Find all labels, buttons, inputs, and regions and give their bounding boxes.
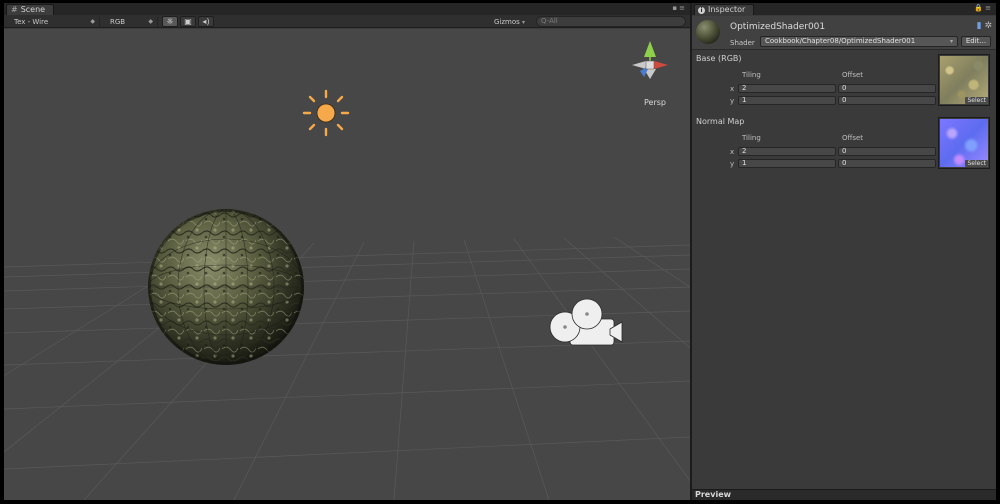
preview-label: Preview: [695, 490, 732, 499]
axis-y-label: y: [730, 97, 735, 105]
scene-lighting-toggle[interactable]: ☼: [162, 16, 178, 27]
shader-value: Cookbook/Chapter08/OptimizedShader001: [765, 37, 916, 45]
offset-x-field[interactable]: 0: [838, 147, 936, 156]
help-book-icon[interactable]: ▮: [977, 21, 982, 31]
tiling-label: Tiling: [742, 71, 761, 79]
scene-canvas: [4, 41, 690, 500]
tiling-label: Tiling: [742, 134, 761, 142]
info-icon: i: [698, 6, 705, 14]
offset-label: Offset: [842, 71, 864, 79]
axis-y-label: y: [730, 160, 735, 168]
preview-header[interactable]: Preview: [692, 489, 996, 500]
sun-icon[interactable]: [302, 89, 350, 137]
chevron-down-icon: ◆: [90, 18, 95, 25]
property-normal-map: Normal Map Tiling Offset x y 2 1 0 0 Sel…: [692, 117, 996, 177]
select-texture-button[interactable]: Select: [965, 160, 988, 167]
material-name: OptimizedShader001: [730, 22, 826, 32]
scene-toolbar: Tex - Wire ◆ RGB ◆ ☼ ▣ ◂) Gizmos ▾ Q-All: [4, 15, 690, 28]
shader-dropdown[interactable]: Cookbook/Chapter08/OptimizedShader001 ▾: [760, 36, 958, 47]
search-placeholder: Q-All: [541, 17, 558, 25]
tab-inspector-label: Inspector: [708, 5, 746, 14]
tiling-x-field[interactable]: 2: [738, 147, 836, 156]
tab-scene[interactable]: # Scene: [6, 4, 55, 15]
property-label: Normal Map: [696, 117, 745, 126]
material-preview-thumbnail: [696, 20, 720, 44]
window-menu-icon[interactable]: ▪≡: [672, 4, 687, 12]
header-icons: ▮ ✲: [977, 21, 992, 31]
sun-lighting-icon: ☼: [166, 17, 174, 26]
offset-y-field[interactable]: 0: [838, 96, 936, 105]
image-icon: ▣: [184, 17, 192, 26]
normal-texture-slot[interactable]: Select: [938, 117, 990, 169]
scene-audio-toggle[interactable]: ◂): [198, 16, 214, 27]
orientation-gizmo[interactable]: [632, 41, 668, 79]
edit-shader-button[interactable]: Edit...: [961, 36, 991, 47]
tab-inspector[interactable]: i Inspector: [694, 4, 755, 15]
tab-scene-label: Scene: [20, 5, 46, 14]
tiling-y-field[interactable]: 1: [738, 159, 836, 168]
offset-y-field[interactable]: 0: [838, 159, 936, 168]
textured-sphere[interactable]: [144, 205, 314, 375]
base-texture-slot[interactable]: Select: [938, 54, 990, 106]
scene-tabbar: # Scene ▪≡: [4, 3, 690, 15]
axis-x-label: x: [730, 148, 735, 156]
audio-icon: ◂): [202, 17, 210, 26]
draw-mode-dropdown[interactable]: Tex - Wire ◆: [8, 17, 100, 27]
inspector-tabbar: i Inspector 🔒≡: [692, 3, 996, 15]
gizmos-label: Gizmos: [494, 18, 520, 26]
scene-viewport[interactable]: Persp: [4, 29, 690, 500]
ground-grid: [4, 236, 690, 500]
shader-label: Shader: [730, 39, 755, 47]
select-texture-button[interactable]: Select: [965, 97, 988, 104]
material-header: OptimizedShader001 ▮ ✲ Shader Cookbook/C…: [692, 16, 996, 50]
axis-x-label: x: [730, 85, 735, 93]
offset-x-field[interactable]: 0: [838, 84, 936, 93]
render-mode-dropdown[interactable]: RGB ◆: [104, 17, 158, 27]
scene-fx-toggle[interactable]: ▣: [180, 16, 196, 27]
projection-label[interactable]: Persp: [644, 98, 666, 107]
chevron-down-icon: ▾: [522, 19, 526, 26]
tiling-x-field[interactable]: 2: [738, 84, 836, 93]
grid-icon: #: [11, 5, 18, 14]
camera-icon[interactable]: [549, 298, 623, 346]
render-mode-value: RGB: [110, 18, 126, 26]
tiling-y-field[interactable]: 1: [738, 96, 836, 105]
chevron-down-icon: ▾: [949, 38, 953, 45]
scene-panel: # Scene ▪≡ Tex - Wire ◆ RGB ◆ ☼ ▣ ◂) Giz…: [4, 3, 690, 500]
gear-icon[interactable]: ✲: [984, 21, 992, 31]
draw-mode-value: Tex - Wire: [14, 18, 49, 26]
chevron-down-icon: ◆: [148, 18, 153, 25]
offset-label: Offset: [842, 134, 864, 142]
inspector-panel: i Inspector 🔒≡ OptimizedShader001 ▮ ✲ Sh…: [692, 3, 996, 500]
scene-search-input[interactable]: Q-All: [536, 16, 686, 27]
lock-icon[interactable]: 🔒≡: [974, 4, 993, 12]
gizmos-dropdown[interactable]: Gizmos ▾: [494, 17, 534, 28]
property-label: Base (RGB): [696, 54, 742, 63]
property-base-rgb: Base (RGB) Tiling Offset x y 2 1 0 0 Sel…: [692, 54, 996, 114]
